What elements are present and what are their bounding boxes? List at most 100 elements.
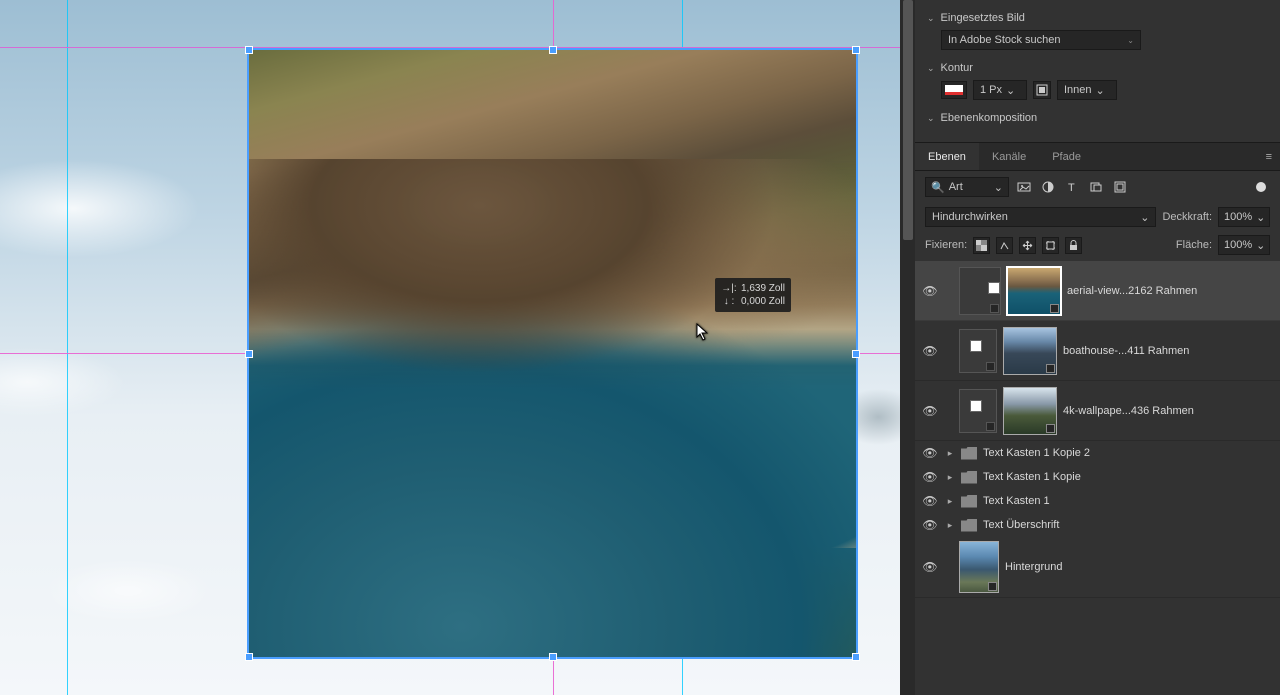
layer-group-row[interactable]: 👁 ▸ Text Kasten 1 Kopie 2 [915,441,1280,465]
filter-adjustment-icon[interactable] [1039,178,1057,196]
visibility-toggle-icon[interactable]: 👁 [921,344,939,358]
tab-channels[interactable]: Kanäle [979,143,1039,170]
tab-paths[interactable]: Pfade [1039,143,1094,170]
chevron-down-icon: ⌄ [1140,211,1149,224]
layer-image-thumb[interactable] [1007,267,1061,315]
transform-handle[interactable] [852,350,860,358]
disclosure-icon[interactable]: ▸ [945,448,955,459]
chevron-down-icon: ⌄ [927,63,935,74]
transform-handle[interactable] [245,653,253,661]
layer-mask-thumb[interactable] [959,267,1001,315]
panel-menu-icon[interactable]: ≡ [1258,151,1280,163]
lock-all-icon[interactable] [1065,237,1082,254]
chevron-down-icon: ⌄ [1256,239,1265,252]
filter-pixel-icon[interactable] [1015,178,1033,196]
layer-filter-toolbar: 🔍 Art ⌄ T [915,171,1280,203]
blend-mode-dropdown[interactable]: Hindurchwirken ⌄ [925,207,1156,227]
layer-image-thumb[interactable] [1003,387,1057,435]
panel-tabs: Ebenen Kanäle Pfade ≡ [915,143,1280,171]
filter-smartobject-icon[interactable] [1111,178,1129,196]
filter-type-icon[interactable]: T [1063,178,1081,196]
disclosure-icon[interactable]: ▸ [945,520,955,531]
layer-filter-kind[interactable]: 🔍 Art ⌄ [925,177,1009,197]
layer-row[interactable]: 👁 boathouse-...411 Rahmen [915,321,1280,381]
tab-layers[interactable]: Ebenen [915,143,979,170]
transform-handle[interactable] [245,46,253,54]
section-layer-comp[interactable]: ⌄ Ebenenkomposition [927,109,1268,127]
layer-image-thumb[interactable] [959,541,999,593]
layer-name[interactable]: Hintergrund [1005,561,1272,573]
transform-handle[interactable] [549,653,557,661]
folder-icon [961,519,977,532]
visibility-toggle-icon[interactable]: 👁 [921,560,939,574]
disclosure-icon[interactable]: ▸ [945,472,955,483]
blend-row: Hindurchwirken ⌄ Deckkraft: 100% ⌄ [915,203,1280,231]
lock-position-icon[interactable] [1019,237,1036,254]
chevron-down-icon: ⌄ [1256,211,1265,224]
stroke-width-input[interactable]: 1 Px ⌄ [973,80,1027,100]
disclosure-icon[interactable]: ▸ [945,496,955,507]
lock-row: Fixieren: Fläche: 100% ⌄ [915,231,1280,259]
lock-artboard-icon[interactable] [1042,237,1059,254]
folder-icon [961,471,977,484]
layer-group-row[interactable]: 👁 ▸ Text Überschrift [915,513,1280,537]
transform-handle[interactable] [852,653,860,661]
layer-mask-thumb[interactable] [959,389,997,433]
layer-group-row[interactable]: 👁 ▸ Text Kasten 1 Kopie [915,465,1280,489]
properties-panel: ⌄ Eingesetztes Bild In Adobe Stock suche… [915,0,1280,143]
chevron-down-icon: ⌄ [927,113,935,124]
layer-row[interactable]: 👁 aerial-view...2162 Rahmen [915,261,1280,321]
section-title: Kontur [941,62,973,74]
layer-name[interactable]: Text Kasten 1 [983,495,1272,507]
guide-vertical[interactable] [67,0,68,695]
layer-image-thumb[interactable] [1003,327,1057,375]
section-stroke[interactable]: ⌄ Kontur [927,59,1268,77]
lock-image-icon[interactable] [996,237,1013,254]
transform-handle[interactable] [852,46,860,54]
stroke-color-swatch[interactable] [941,81,967,99]
section-placed-image[interactable]: ⌄ Eingesetztes Bild [927,9,1268,27]
mouse-cursor-icon [696,323,710,341]
chevron-down-icon: ⌄ [927,13,935,24]
right-panel: ⌄ Eingesetztes Bild In Adobe Stock suche… [915,0,1280,695]
layer-name[interactable]: Text Kasten 1 Kopie 2 [983,447,1272,459]
canvas-scrollbar[interactable] [900,0,915,695]
stock-search-dropdown[interactable]: In Adobe Stock suchen ⌄ [941,30,1141,50]
lock-transparency-icon[interactable] [973,237,990,254]
chevron-down-icon: ⌄ [1096,84,1105,97]
filter-toggle[interactable] [1256,182,1266,192]
opacity-label: Deckkraft: [1162,211,1212,223]
layer-row[interactable]: 👁 Hintergrund [915,537,1280,598]
canvas[interactable]: →|:1,639 Zoll ↓ :0,000 Zoll [0,0,915,695]
layer-name[interactable]: 4k-wallpape...436 Rahmen [1063,405,1272,417]
chevron-down-icon: ⌄ [994,181,1003,194]
stroke-align-icon[interactable] [1033,81,1051,99]
layer-group-row[interactable]: 👁 ▸ Text Kasten 1 [915,489,1280,513]
fill-input[interactable]: 100% ⌄ [1218,235,1270,255]
transform-handle[interactable] [549,46,557,54]
transform-handle[interactable] [245,350,253,358]
visibility-toggle-icon[interactable]: 👁 [921,404,939,418]
opacity-input[interactable]: 100% ⌄ [1218,207,1270,227]
section-title: Ebenenkomposition [941,112,1038,124]
layer-mask-thumb[interactable] [959,329,997,373]
visibility-toggle-icon[interactable]: 👁 [921,284,939,298]
layer-name[interactable]: aerial-view...2162 Rahmen [1067,285,1272,297]
layer-name[interactable]: Text Überschrift [983,519,1272,531]
layer-row[interactable]: 👁 4k-wallpape...436 Rahmen [915,381,1280,441]
visibility-toggle-icon[interactable]: 👁 [921,446,939,460]
visibility-toggle-icon[interactable]: 👁 [921,494,939,508]
visibility-toggle-icon[interactable]: 👁 [921,470,939,484]
selected-image-frame[interactable] [247,48,858,659]
lock-label: Fixieren: [925,239,967,251]
scrollbar-thumb[interactable] [903,0,913,240]
visibility-toggle-icon[interactable]: 👁 [921,518,939,532]
fill-label: Fläche: [1176,239,1212,251]
measurement-tooltip: →|:1,639 Zoll ↓ :0,000 Zoll [715,278,791,312]
layer-name[interactable]: Text Kasten 1 Kopie [983,471,1272,483]
chevron-down-icon: ⌄ [1006,84,1015,97]
filter-shape-icon[interactable] [1087,178,1105,196]
stroke-position-dropdown[interactable]: Innen ⌄ [1057,80,1117,100]
search-icon: 🔍 [931,181,945,194]
layer-name[interactable]: boathouse-...411 Rahmen [1063,345,1272,357]
